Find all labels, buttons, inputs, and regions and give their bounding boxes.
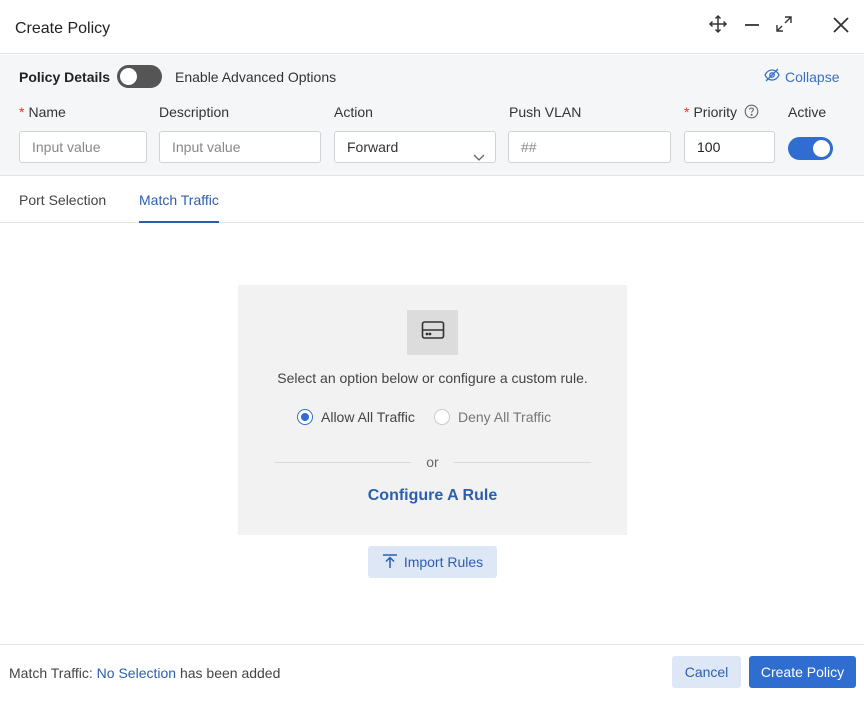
status-highlight: No Selection	[96, 665, 177, 681]
close-icon[interactable]	[830, 14, 852, 36]
dialog-footer: Match Traffic: No Selection has been add…	[0, 644, 864, 701]
name-input[interactable]: Input value	[19, 131, 147, 163]
deny-all-traffic-label: Deny All Traffic	[458, 409, 552, 425]
action-select-value: Forward	[347, 139, 399, 155]
priority-input[interactable]: 100	[684, 131, 775, 163]
divider-right	[454, 462, 591, 463]
tab-port-selection[interactable]: Port Selection	[19, 192, 106, 208]
eye-off-icon	[764, 68, 785, 85]
minimize-icon[interactable]	[742, 14, 764, 36]
active-field-label: Active	[788, 104, 827, 120]
deny-all-traffic-radio[interactable]: Deny All Traffic	[434, 409, 551, 425]
status-prefix: Match Traffic:	[9, 665, 93, 681]
push-vlan-field-label: Push VLAN	[509, 104, 582, 120]
active-tab-indicator	[139, 221, 219, 223]
status-suffix: has been added	[179, 665, 281, 681]
required-marker: *	[19, 104, 25, 120]
help-icon[interactable]	[744, 104, 759, 124]
radio-selected-icon	[297, 409, 313, 425]
action-field-label: Action	[334, 104, 373, 120]
tab-match-traffic[interactable]: Match Traffic	[139, 192, 219, 208]
cancel-button[interactable]: Cancel	[672, 656, 741, 688]
collapse-label: Collapse	[785, 68, 840, 85]
push-vlan-input[interactable]: ##	[508, 131, 671, 163]
advanced-options-label: Enable Advanced Options	[175, 69, 337, 85]
priority-field-label: * Priority	[684, 104, 738, 120]
dialog-header: Create Policy	[0, 0, 864, 54]
match-prompt-text: Select an option below or configure a cu…	[277, 370, 588, 386]
advanced-options-toggle[interactable]	[117, 65, 162, 88]
import-rules-button[interactable]: Import Rules	[368, 546, 497, 578]
required-marker: *	[684, 104, 690, 120]
collapse-button[interactable]: Collapse	[764, 68, 839, 85]
dialog-title: Create Policy	[15, 20, 111, 37]
rule-icon-box	[407, 310, 458, 355]
match-traffic-card: Select an option below or configure a cu…	[238, 285, 627, 535]
selection-status: Match Traffic: No Selection has been add…	[9, 665, 280, 681]
action-select[interactable]: Forward	[334, 131, 496, 163]
maximize-icon[interactable]	[774, 14, 796, 36]
active-toggle[interactable]	[788, 137, 833, 160]
description-field-label: Description	[159, 104, 230, 120]
chevron-down-icon	[473, 142, 485, 172]
create-policy-button[interactable]: Create Policy	[749, 656, 856, 688]
upload-icon	[382, 553, 404, 572]
policy-details-label: Policy Details	[19, 69, 111, 85]
name-field-label: * Name	[19, 104, 66, 120]
configure-rule-link[interactable]: Configure A Rule	[238, 487, 627, 505]
policy-details-panel: Policy Details Enable Advanced Options C…	[0, 55, 864, 176]
server-drive-icon	[421, 320, 445, 345]
move-icon[interactable]	[708, 14, 730, 36]
allow-all-traffic-label: Allow All Traffic	[321, 409, 415, 425]
tab-bar: Port Selection Match Traffic	[0, 177, 864, 223]
allow-all-traffic-radio[interactable]: Allow All Traffic	[297, 409, 415, 425]
radio-unselected-icon	[434, 409, 450, 425]
import-rules-label: Import Rules	[403, 554, 484, 570]
description-input[interactable]: Input value	[159, 131, 321, 163]
